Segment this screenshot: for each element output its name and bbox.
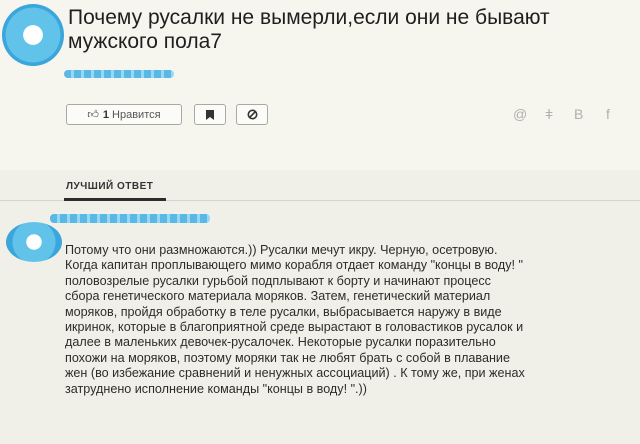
answer-author-name-redacted	[50, 214, 210, 223]
question-author-name-redacted	[64, 70, 174, 78]
question-card: Почему русалки не вымерли,если они не бы…	[0, 0, 640, 170]
question-title-line-2: мужского пола7	[68, 30, 222, 53]
question-title-line-1: Почему русалки не вымерли,если они не бы…	[68, 6, 550, 29]
share-odnoklassniki-icon[interactable]: ǂ	[545, 106, 553, 122]
block-icon	[247, 109, 257, 120]
answer-line: Когда капитан проплывающего мимо корабля…	[65, 258, 523, 273]
best-answer-underline	[64, 198, 166, 201]
answer-line: Потому что они размножаются.)) Русалки м…	[65, 243, 498, 257]
share-facebook-icon[interactable]: f	[606, 106, 610, 122]
question-title: Почему русалки не вымерли,если они не бы…	[68, 6, 608, 54]
report-button[interactable]	[236, 104, 268, 125]
answer-line: моряков, пройдя обработку в теле русалки…	[65, 304, 502, 319]
like-count: 1	[102, 108, 110, 121]
answer-line: половозрелые русалки гурьбой подплывают …	[65, 273, 491, 288]
share-mail-icon[interactable]: @	[513, 106, 527, 122]
answer-line: далее в маленьких девочек-русалочек. Нек…	[65, 335, 496, 350]
best-answer-label: ЛУЧШИЙ ОТВЕТ	[66, 181, 154, 192]
answer-line: затруднено исполнение команды "концы в в…	[65, 381, 367, 396]
bookmark-button[interactable]	[194, 104, 226, 125]
like-label: Нравится	[112, 108, 161, 121]
question-author-avatar[interactable]	[2, 4, 64, 66]
bookmark-icon	[206, 109, 214, 120]
answer-author-avatar[interactable]	[6, 222, 62, 262]
answer-line: сбора генетического материала моряков. З…	[65, 289, 491, 304]
thumbs-up-icon: 👍︎	[87, 109, 99, 121]
answer-text: Потому что они размножаются.)) Русалки м…	[65, 243, 635, 397]
answer-line: икринок, которые в благоприятной среде в…	[65, 320, 524, 335]
share-vk-icon[interactable]: В	[574, 106, 583, 122]
answer-line: похожи на моряков, поэтому моряки так не…	[65, 350, 510, 365]
like-button[interactable]: 👍︎ 1 Нравится	[66, 104, 182, 125]
answer-line: жен (во избежание сравнений и ненужных а…	[65, 366, 525, 381]
